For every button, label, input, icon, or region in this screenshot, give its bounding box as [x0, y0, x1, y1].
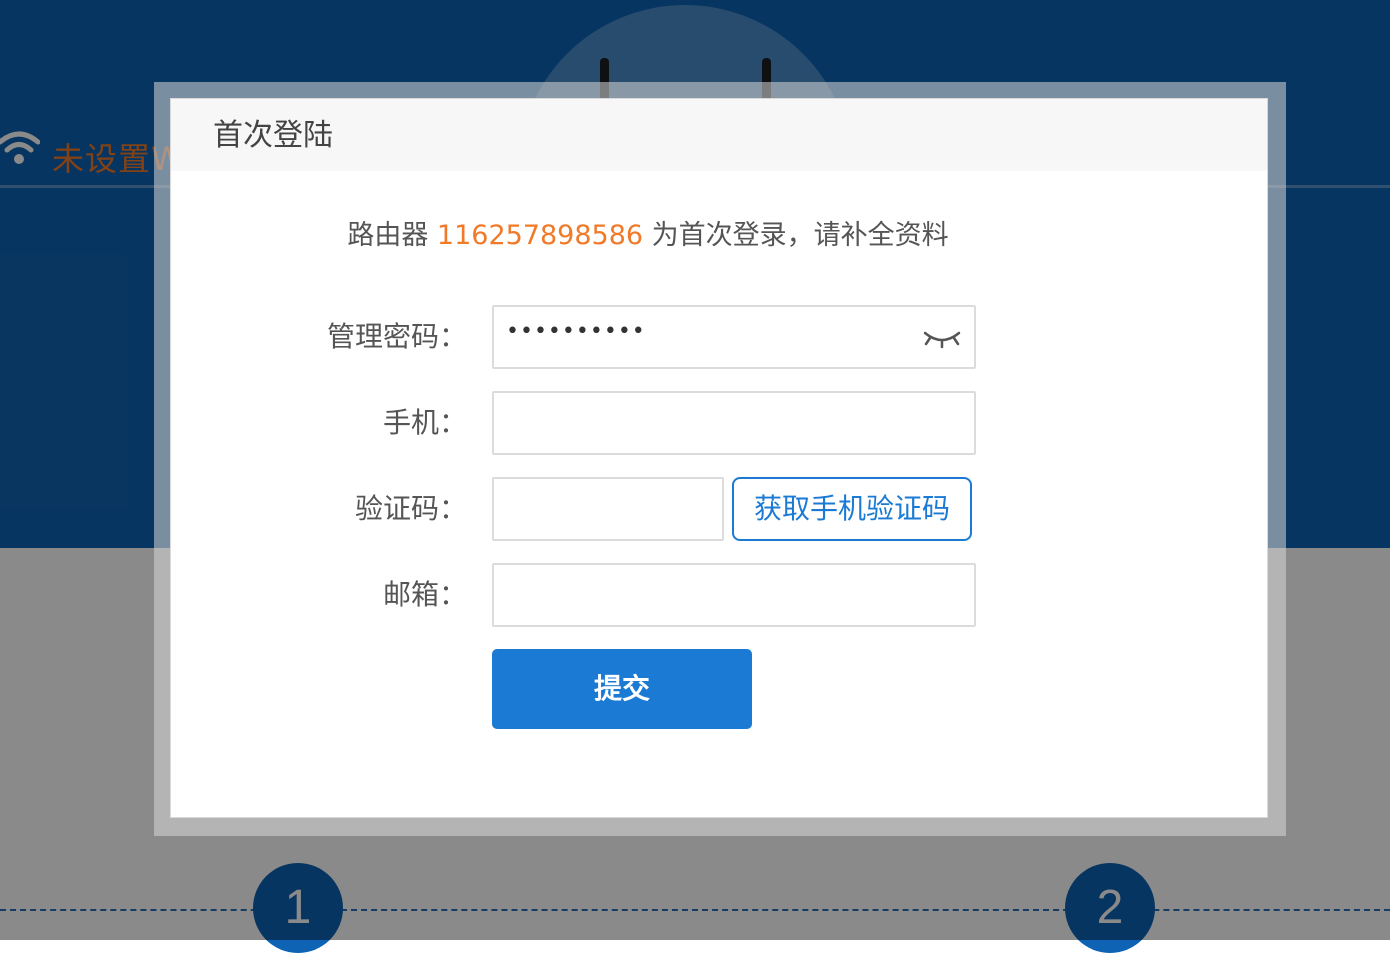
- code-row: 验证码： 获取手机验证码: [171, 477, 1269, 541]
- phone-label: 手机：: [382, 406, 467, 439]
- code-label: 验证码：: [354, 492, 467, 525]
- first-login-dialog: 首次登陆 路由器 116257898586 为首次登录，请补全资料 管理密码： …: [170, 98, 1268, 818]
- password-row: 管理密码： ••••••••••: [171, 305, 1269, 369]
- code-input[interactable]: [492, 477, 724, 541]
- password-value: ••••••••••: [506, 319, 646, 344]
- password-label: 管理密码：: [326, 320, 467, 353]
- dialog-title: 首次登陆: [171, 99, 1267, 171]
- phone-input[interactable]: [492, 391, 976, 455]
- notice-suffix: 为首次登录，请补全资料: [643, 220, 949, 251]
- router-id: 116257898586: [436, 220, 644, 251]
- eye-closed-icon[interactable]: [922, 325, 962, 351]
- dialog-notice: 路由器 116257898586 为首次登录，请补全资料: [171, 213, 1125, 252]
- notice-prefix: 路由器: [347, 220, 437, 251]
- email-row: 邮箱：: [171, 563, 1269, 627]
- phone-row: 手机：: [171, 391, 1269, 455]
- password-input[interactable]: ••••••••••: [492, 305, 976, 369]
- get-sms-code-button[interactable]: 获取手机验证码: [732, 477, 972, 541]
- email-input[interactable]: [492, 563, 976, 627]
- email-label: 邮箱：: [382, 578, 467, 611]
- submit-button[interactable]: 提交: [492, 649, 752, 729]
